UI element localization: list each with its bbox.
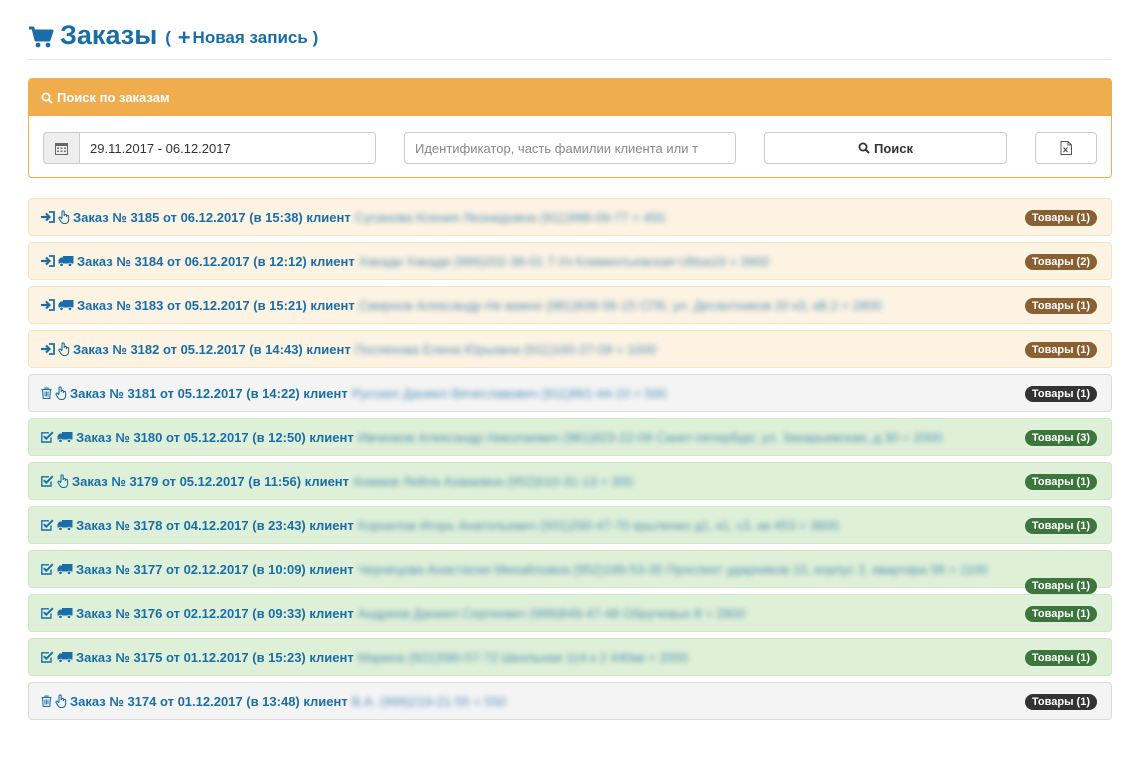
orders-list: Заказ № 3185 от 06.12.2017 (в 15:38) кли…	[28, 198, 1112, 726]
items-badge[interactable]: Товары (1)	[1024, 298, 1097, 314]
order-row[interactable]: Заказ № 3181 от 05.12.2017 (в 14:22) кли…	[28, 374, 1112, 412]
check-square-icon	[41, 563, 54, 575]
check-square-icon	[41, 651, 54, 663]
order-row[interactable]: Заказ № 3180 от 05.12.2017 (в 12:50) кли…	[28, 418, 1112, 456]
page-header: Заказы ( + Новая запись )	[28, 18, 1112, 60]
order-row[interactable]: Заказ № 3176 от 02.12.2017 (в 09:33) кли…	[28, 594, 1112, 632]
search-panel: Поиск по заказам 29.11.2017 - 06.12.2017	[28, 78, 1112, 178]
truck-icon	[57, 563, 73, 575]
order-row[interactable]: Заказ № 3182 от 05.12.2017 (в 14:43) кли…	[28, 330, 1112, 368]
check-square-icon	[41, 519, 54, 531]
date-range-input[interactable]: 29.11.2017 - 06.12.2017	[79, 132, 376, 164]
items-badge[interactable]: Товары (3)	[1024, 430, 1097, 446]
file-excel-icon	[1060, 141, 1072, 155]
sign-in-icon	[41, 343, 55, 355]
truck-icon	[57, 519, 73, 531]
order-row[interactable]: Заказ № 3185 от 06.12.2017 (в 15:38) кли…	[28, 198, 1112, 236]
trash-icon	[41, 695, 52, 707]
client-info: Сусанова Ксения Леонидовна (911)998-09-7…	[354, 209, 665, 225]
sign-in-icon	[41, 211, 55, 223]
paren-open: (	[165, 27, 171, 47]
calendar-icon[interactable]	[43, 132, 79, 164]
order-row[interactable]: Заказ № 3184 от 06.12.2017 (в 12:12) кли…	[28, 242, 1112, 280]
hand-icon	[57, 474, 69, 488]
search-button[interactable]: Поиск	[764, 132, 1007, 164]
hand-icon	[55, 386, 67, 400]
page-title: Заказы	[60, 20, 158, 50]
client-info: Марина (921)590-57-72 Школьная 114 к 2 4…	[357, 649, 689, 665]
order-title[interactable]: Заказ № 3183 от 05.12.2017 (в 15:21) кли…	[77, 298, 355, 313]
client-info: Поспехова Елена Юрьевна (911)160-27-09 =…	[354, 341, 657, 357]
truck-icon	[58, 299, 74, 311]
truck-icon	[58, 255, 74, 267]
items-badge[interactable]: Товары (2)	[1024, 254, 1097, 270]
new-record-wrapper: ( + Новая запись )	[165, 25, 318, 51]
order-title[interactable]: Заказ № 3174 от 01.12.2017 (в 13:48) кли…	[70, 694, 348, 709]
order-row[interactable]: Заказ № 3174 от 01.12.2017 (в 13:48) кли…	[28, 682, 1112, 720]
order-search-input[interactable]	[404, 132, 736, 164]
order-row[interactable]: Заказ № 3178 от 04.12.2017 (в 23:43) кли…	[28, 506, 1112, 544]
check-square-icon	[41, 607, 54, 619]
check-square-icon	[41, 431, 54, 443]
sign-in-icon	[41, 255, 55, 267]
client-info: Корнилов Игорь Анатольевич (931)290-47-7…	[357, 517, 839, 533]
items-badge[interactable]: Товары (1)	[1024, 474, 1097, 490]
items-badge[interactable]: Товары (1)	[1024, 210, 1097, 226]
items-badge[interactable]: Товары (1)	[1024, 694, 1097, 710]
check-square-icon	[41, 475, 54, 487]
trash-icon	[41, 387, 52, 399]
order-row[interactable]: Заказ № 3175 от 01.12.2017 (в 15:23) кли…	[28, 638, 1112, 676]
order-title[interactable]: Заказ № 3180 от 05.12.2017 (в 12:50) кли…	[76, 430, 354, 445]
search-button-label: Поиск	[873, 140, 913, 156]
date-range-group[interactable]: 29.11.2017 - 06.12.2017	[43, 132, 376, 164]
order-title[interactable]: Заказ № 3184 от 06.12.2017 (в 12:12) кли…	[77, 254, 355, 269]
new-record-link[interactable]: + Новая запись	[176, 24, 308, 50]
client-info: Ахмаев Лейла Ахмаевна (952)010-31-13 = 3…	[353, 473, 634, 489]
export-excel-button[interactable]	[1035, 132, 1097, 164]
client-info: Ивченков Александр Николаевич (981)823-2…	[357, 429, 943, 445]
items-badge[interactable]: Товары (1)	[1024, 606, 1097, 622]
client-info: В.А. (999)219-21-55 = 550	[351, 693, 507, 709]
new-record-label: Новая запись	[192, 27, 308, 47]
order-title[interactable]: Заказ № 3185 от 06.12.2017 (в 15:38) кли…	[73, 210, 351, 225]
search-icon	[41, 92, 53, 104]
sign-in-icon	[41, 299, 55, 311]
client-info: Андреев Даниил Сергеевич (999)849-47-48 …	[357, 605, 746, 621]
order-title[interactable]: Заказ № 3177 от 02.12.2017 (в 10:09) кли…	[76, 562, 354, 577]
hand-icon	[55, 694, 67, 708]
order-title[interactable]: Заказ № 3175 от 01.12.2017 (в 15:23) кли…	[76, 650, 354, 665]
client-info: Чернецова Анастасия Михайловна (952)199-…	[357, 561, 988, 577]
items-badge[interactable]: Товары (1)	[1024, 518, 1097, 534]
hand-icon	[58, 210, 70, 224]
items-badge[interactable]: Товары (1)	[1024, 342, 1097, 358]
items-badge[interactable]: Товары (1)	[1024, 578, 1097, 594]
search-panel-body: 29.11.2017 - 06.12.2017 Поиск	[29, 116, 1111, 177]
truck-icon	[57, 431, 73, 443]
search-panel-heading: Поиск по заказам	[29, 79, 1111, 116]
order-row[interactable]: Заказ № 3179 от 05.12.2017 (в 11:56) кли…	[28, 462, 1112, 500]
plus-icon: +	[177, 24, 191, 50]
client-info: Хакади Хакади (999)202-38-01 7-Уз Климен…	[358, 253, 770, 269]
order-title[interactable]: Заказ № 3176 от 02.12.2017 (в 09:33) кли…	[76, 606, 354, 621]
items-badge[interactable]: Товары (1)	[1024, 650, 1097, 666]
shopping-cart-icon	[29, 26, 54, 47]
hand-icon	[58, 342, 70, 356]
truck-icon	[57, 651, 73, 663]
order-title[interactable]: Заказ № 3182 от 05.12.2017 (в 14:43) кли…	[73, 342, 351, 357]
order-row[interactable]: Заказ № 3183 от 05.12.2017 (в 15:21) кли…	[28, 286, 1112, 324]
truck-icon	[57, 607, 73, 619]
order-row[interactable]: Заказ № 3177 от 02.12.2017 (в 10:09) кли…	[28, 550, 1112, 594]
search-icon	[858, 142, 870, 154]
paren-close: )	[312, 27, 319, 47]
search-panel-title: Поиск по заказам	[57, 90, 170, 105]
order-title[interactable]: Заказ № 3179 от 05.12.2017 (в 11:56) кли…	[72, 474, 349, 489]
client-info: Русских Даниил Вячеславович (911)891-44-…	[351, 385, 667, 401]
client-info: Смирнов Александр Не важно (981)836-56-1…	[358, 297, 882, 313]
items-badge[interactable]: Товары (1)	[1024, 386, 1097, 402]
order-title[interactable]: Заказ № 3181 от 05.12.2017 (в 14:22) кли…	[70, 386, 348, 401]
order-title[interactable]: Заказ № 3178 от 04.12.2017 (в 23:43) кли…	[76, 518, 354, 533]
